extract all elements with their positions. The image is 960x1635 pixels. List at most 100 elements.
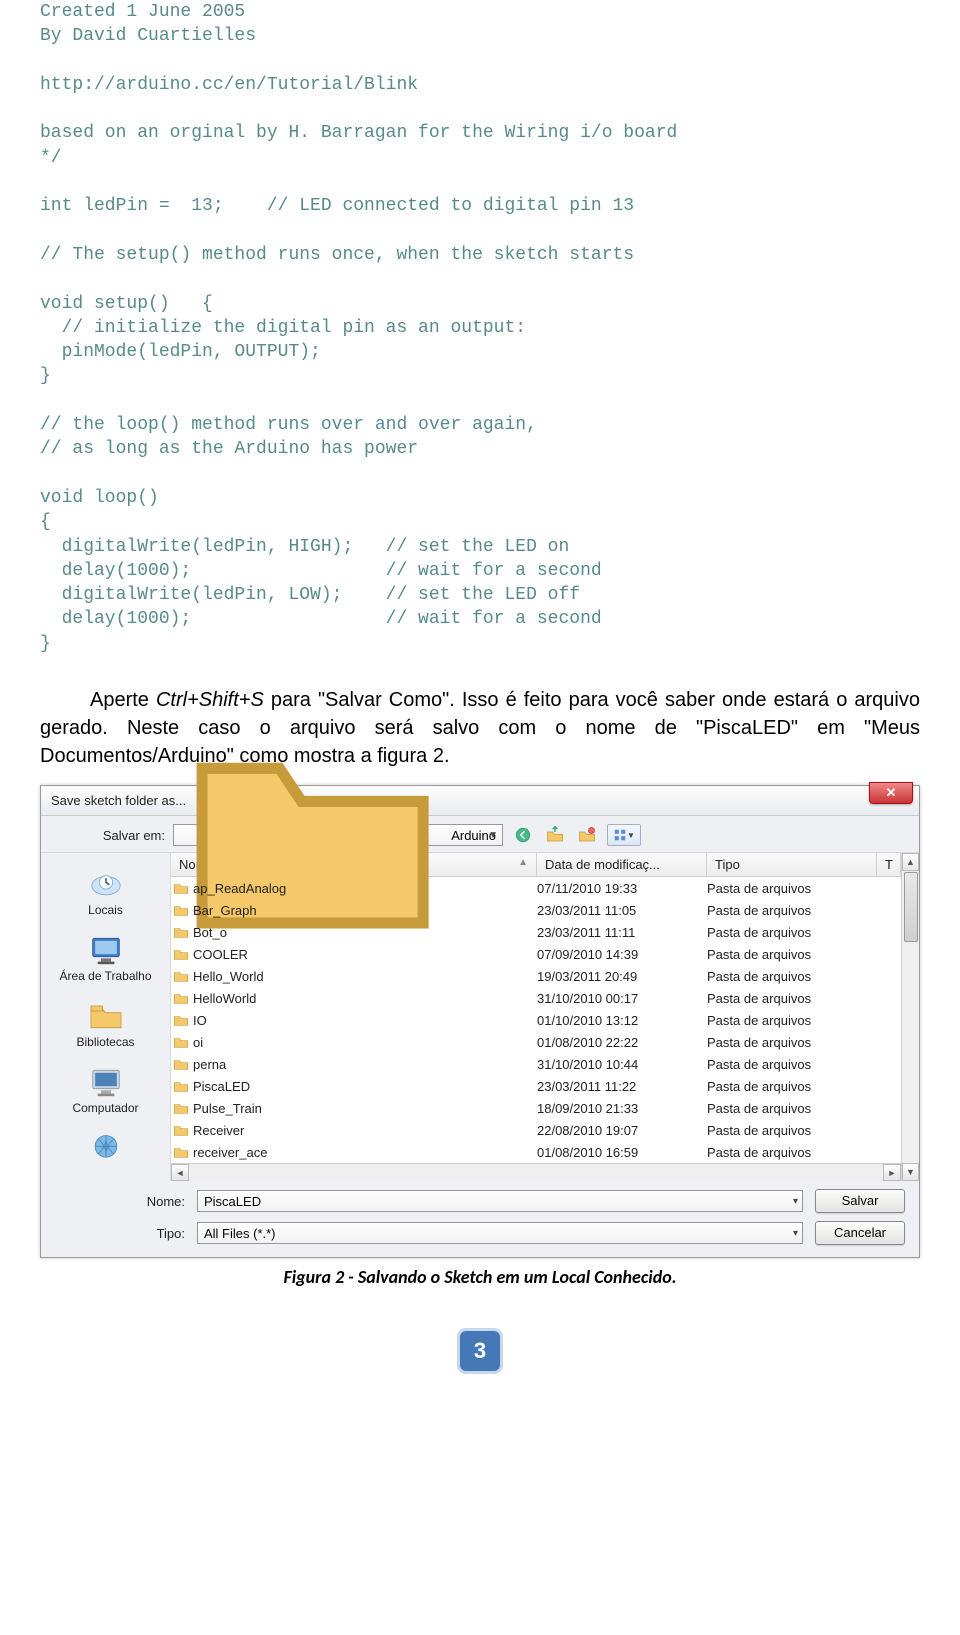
file-name: COOLER [191,947,537,962]
places-computer[interactable]: Computador [41,1059,170,1125]
places-recent[interactable]: Locais [41,861,170,927]
file-date: 07/09/2010 14:39 [537,947,707,962]
dialog-titlebar: Save sketch folder as... ✕ [41,786,919,816]
scroll-up-icon[interactable]: ▲ [902,853,919,871]
vertical-scrollbar[interactable]: ▲ ▼ [901,853,919,1181]
folder-up-icon [546,826,564,844]
col-date[interactable]: Data de modificaç... [537,853,707,876]
file-row[interactable]: HelloWorld31/10/2010 00:17Pasta de arqui… [171,987,901,1009]
file-type: Pasta de arquivos [707,991,877,1006]
folder-icon [171,1034,191,1050]
figure-caption: Figura 2 - Salvando o Sketch em um Local… [40,1266,920,1288]
close-icon: ✕ [886,785,897,800]
new-folder-icon [578,826,596,844]
file-pane: Nome ▲ Data de modificaç... Tipo T ap_Re… [171,853,919,1181]
file-row[interactable]: PiscaLED23/03/2011 11:22Pasta de arquivo… [171,1075,901,1097]
file-row[interactable]: Receiver22/08/2010 19:07Pasta de arquivo… [171,1119,901,1141]
file-date: 19/03/2011 20:49 [537,969,707,984]
col-extra[interactable]: T [877,853,901,876]
code-line: int ledPin = 13; // LED connected to dig… [40,196,634,216]
file-type: Pasta de arquivos [707,1013,877,1028]
file-name: ap_ReadAnalog [191,881,537,896]
file-row[interactable]: ap_ReadAnalog07/11/2010 19:33Pasta de ar… [171,877,901,899]
chevron-down-icon: ▾ [793,1228,798,1239]
view-menu-button[interactable]: ▼ [607,824,641,846]
file-row[interactable]: Bar_Graph23/03/2011 11:05Pasta de arquiv… [171,899,901,921]
code-line: void loop() [40,488,159,508]
scroll-left-icon[interactable]: ◄ [171,1164,189,1181]
file-date: 18/09/2010 21:33 [537,1101,707,1116]
sort-asc-icon: ▲ [518,857,528,868]
cancel-button[interactable]: Cancelar [815,1221,905,1245]
file-date: 01/08/2010 16:59 [537,1145,707,1160]
file-type: Pasta de arquivos [707,1057,877,1072]
folder-icon [171,968,191,984]
file-name: PiscaLED [191,1079,537,1094]
file-name: perna [191,1057,537,1072]
file-date: 01/10/2010 13:12 [537,1013,707,1028]
text: Aperte [90,689,156,711]
scroll-right-icon[interactable]: ► [883,1164,901,1181]
file-name: Pulse_Train [191,1101,537,1116]
file-name: receiver_ace [191,1145,537,1160]
save-in-label: Salvar em: [55,828,165,843]
places-desktop-label: Área de Trabalho [59,969,151,983]
places-desktop[interactable]: Área de Trabalho [41,927,170,993]
file-type: Pasta de arquivos [707,1101,877,1116]
folder-icon [171,1056,191,1072]
new-folder-button[interactable] [575,824,599,846]
code-line: pinMode(ledPin, OUTPUT); [40,342,321,362]
file-row[interactable]: IO01/10/2010 13:12Pasta de arquivos [171,1009,901,1031]
filename-input[interactable]: PiscaLED ▾ [197,1190,803,1212]
file-type: Pasta de arquivos [707,969,877,984]
code-line: delay(1000); // wait for a second [40,561,602,581]
file-type: Pasta de arquivos [707,903,877,918]
code-line: // The setup() method runs once, when th… [40,245,634,265]
code-line: */ [40,148,62,168]
scroll-down-icon[interactable]: ▼ [902,1163,919,1181]
file-type: Pasta de arquivos [707,925,877,940]
places-network[interactable] [41,1125,170,1165]
folder-icon [171,880,191,896]
file-row[interactable]: receiver_ace01/08/2010 16:59Pasta de arq… [171,1141,901,1163]
code-line: based on an orginal by H. Barragan for t… [40,123,677,143]
file-date: 23/03/2011 11:22 [537,1079,707,1094]
recent-places-icon [86,867,126,901]
filetype-value: All Files (*.*) [204,1226,276,1241]
file-row[interactable]: COOLER07/09/2010 14:39Pasta de arquivos [171,943,901,965]
filetype-combo[interactable]: All Files (*.*) ▾ [197,1222,803,1244]
save-button[interactable]: Salvar [815,1189,905,1213]
code-block: Created 1 June 2005 By David Cuartielles… [40,0,920,656]
code-line: } [40,366,51,386]
places-libraries-label: Bibliotecas [76,1035,134,1049]
horizontal-scrollbar[interactable]: ◄ ► [171,1163,901,1181]
close-button[interactable]: ✕ [869,782,913,804]
save-in-combo[interactable]: Arduino ▼ [173,824,503,846]
file-date: 22/08/2010 19:07 [537,1123,707,1138]
code-line: // as long as the Arduino has power [40,439,418,459]
network-icon [86,1131,126,1165]
file-row[interactable]: Pulse_Train18/09/2010 21:33Pasta de arqu… [171,1097,901,1119]
file-list[interactable]: ap_ReadAnalog07/11/2010 19:33Pasta de ar… [171,877,901,1163]
dialog-toolbar: Salvar em: Arduino ▼ ▼ [41,816,919,852]
file-row[interactable]: perna31/10/2010 10:44Pasta de arquivos [171,1053,901,1075]
places-libraries[interactable]: Bibliotecas [41,993,170,1059]
file-name: HelloWorld [191,991,537,1006]
folder-icon [171,1078,191,1094]
code-line: http://arduino.cc/en/Tutorial/Blink [40,75,418,95]
file-type: Pasta de arquivos [707,1035,877,1050]
file-row[interactable]: Bot_o23/03/2011 11:11Pasta de arquivos [171,921,901,943]
col-type[interactable]: Tipo [707,853,877,876]
back-button[interactable] [511,824,535,846]
file-name: oi [191,1035,537,1050]
scroll-thumb[interactable] [904,872,918,942]
folder-icon [171,1122,191,1138]
folder-icon [171,1012,191,1028]
up-one-level-button[interactable] [543,824,567,846]
file-row[interactable]: oi01/08/2010 22:22Pasta de arquivos [171,1031,901,1053]
file-row[interactable]: Hello_World19/03/2011 20:49Pasta de arqu… [171,965,901,987]
dialog-title: Save sketch folder as... [51,793,186,808]
chevron-down-icon: ▾ [793,1196,798,1207]
file-type: Pasta de arquivos [707,947,877,962]
folder-icon [171,946,191,962]
